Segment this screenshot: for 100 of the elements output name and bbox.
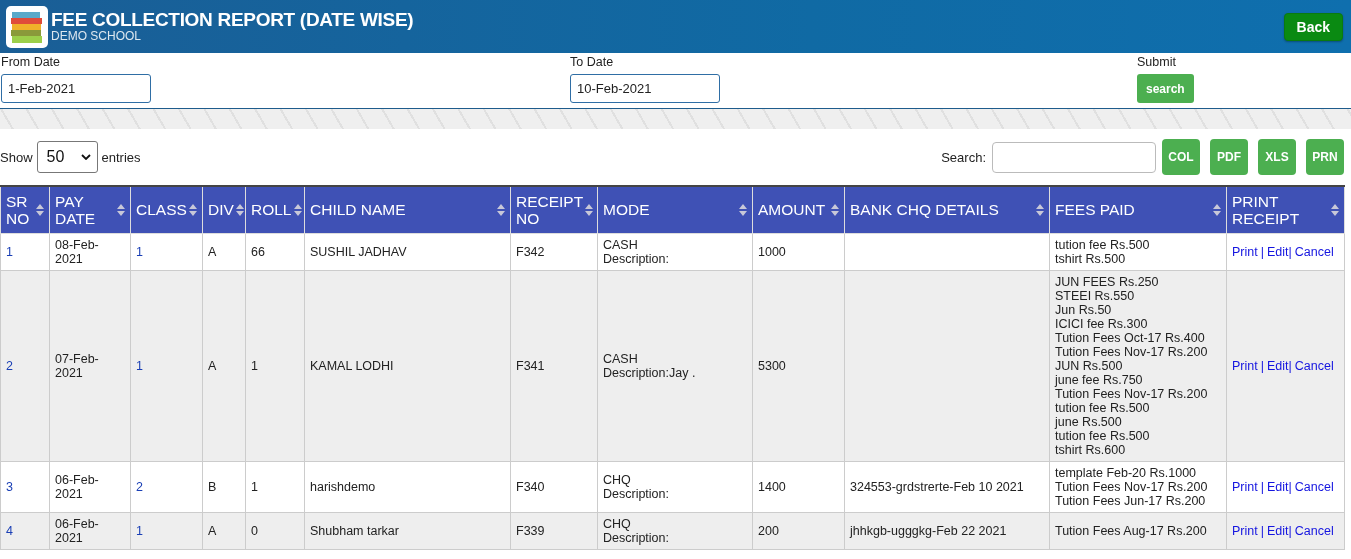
link-separator: | xyxy=(1260,479,1264,494)
date-field[interactable]: 1-Feb-2021 xyxy=(1,74,151,103)
table-cell: 1400 xyxy=(752,461,845,512)
fee-item: june fee Rs.750 xyxy=(1055,372,1144,387)
sort-icon xyxy=(739,202,747,217)
fee-item: Tution Fees Aug-17 Rs.200 xyxy=(1055,523,1208,538)
action-link[interactable]: Print xyxy=(1232,244,1258,259)
table-cell: 1 xyxy=(130,233,203,270)
fee-item: JUN FEES Rs.250 xyxy=(1055,274,1160,289)
fee-item: tshirt Rs.500 xyxy=(1055,251,1127,266)
date-field[interactable]: 10-Feb-2021 xyxy=(570,74,720,103)
books-logo-icon xyxy=(6,5,48,48)
column-header[interactable]: SR NO xyxy=(0,186,50,233)
sort-icon xyxy=(36,202,44,217)
show-label: Show xyxy=(0,149,33,165)
entries-select[interactable]: 50 xyxy=(36,141,98,173)
sort-icon xyxy=(293,202,302,217)
column-header[interactable]: PAY DATE xyxy=(49,186,131,233)
table-cell: 66 xyxy=(245,233,305,270)
fee-item: Tution Fees Oct-17 Rs.400 xyxy=(1055,330,1206,345)
link-separator: | xyxy=(1260,244,1264,259)
field-label: Submit xyxy=(1137,55,1176,69)
fee-item: june Rs.500 xyxy=(1055,414,1123,429)
table-cell: KAMAL LODHI xyxy=(304,270,511,461)
table-cell: 4 xyxy=(0,512,50,549)
table-cell: B xyxy=(202,461,246,512)
table-cell: 200 xyxy=(752,512,845,549)
table-cell: 2 xyxy=(130,461,203,512)
table-cell: 06-Feb-2021 xyxy=(49,512,131,549)
link-separator: | xyxy=(1260,523,1264,538)
column-header[interactable]: MODE xyxy=(597,186,753,233)
sort-icon xyxy=(584,202,593,217)
payment-mode: CASH xyxy=(603,351,639,366)
fee-item: tshirt Rs.600 xyxy=(1055,442,1127,457)
action-link[interactable]: Edit xyxy=(1266,523,1289,538)
column-header[interactable]: BANK CHQ DETAILS xyxy=(844,186,1050,233)
table-cell: 08-Feb-2021 xyxy=(49,233,131,270)
entries-label: entries xyxy=(101,149,141,165)
action-link[interactable]: Cancel xyxy=(1294,479,1334,494)
table-cell: 1 xyxy=(130,270,203,461)
search-label: Search: xyxy=(941,149,986,165)
payment-description: Description: xyxy=(603,486,670,501)
action-link[interactable]: Edit xyxy=(1266,244,1289,259)
sort-icon xyxy=(831,202,839,217)
link-separator: | xyxy=(1288,479,1292,494)
fee-item: Tution Fees Nov-17 Rs.200 xyxy=(1055,386,1209,401)
fee-item: template Feb-20 Rs.1000 xyxy=(1055,465,1198,480)
table-cell: 07-Feb-2021 xyxy=(49,270,131,461)
fee-item: ICICI fee Rs.300 xyxy=(1055,316,1149,331)
payment-description: Description: xyxy=(603,251,670,266)
link-separator: | xyxy=(1288,244,1292,259)
page-title: FEE COLLECTION REPORT (DATE WISE) xyxy=(51,10,415,30)
table-cell: jhhkgb-ugggkg-Feb 22 2021 xyxy=(844,512,1050,549)
action-link[interactable]: Print xyxy=(1232,523,1258,538)
fee-item: Tution Fees Nov-17 Rs.200 xyxy=(1055,479,1209,494)
table-cell: A xyxy=(202,512,246,549)
action-link[interactable]: Edit xyxy=(1266,479,1289,494)
table-cell: F341 xyxy=(510,270,598,461)
school-name: DEMO SCHOOL xyxy=(51,30,142,43)
fee-item: tution fee Rs.500 xyxy=(1055,400,1151,415)
column-header[interactable]: AMOUNT xyxy=(752,186,845,233)
back-button[interactable]: Back xyxy=(1283,12,1343,41)
payment-description: Description:Jay . xyxy=(603,365,697,380)
column-header[interactable]: CLASS xyxy=(130,186,203,233)
column-header[interactable]: CHILD NAME xyxy=(304,186,511,233)
action-link[interactable]: Print xyxy=(1232,479,1258,494)
sort-icon xyxy=(1331,202,1339,217)
table-cell: 2 xyxy=(0,270,50,461)
table-cell: F342 xyxy=(510,233,598,270)
chevron-down-icon xyxy=(80,154,91,160)
sort-icon xyxy=(1036,202,1044,217)
table-cell: SUSHIL JADHAV xyxy=(304,233,511,270)
payment-mode: CASH xyxy=(603,237,639,252)
table-cell: 5300 xyxy=(752,270,845,461)
table-cell: 1 xyxy=(245,270,305,461)
fee-item: Tution Fees Jun-17 Rs.200 xyxy=(1055,493,1207,508)
table-cell: 1 xyxy=(0,233,50,270)
column-header[interactable]: PRINT RECEIPT xyxy=(1226,186,1345,233)
table-cell: 1 xyxy=(130,512,203,549)
action-link[interactable]: Cancel xyxy=(1294,523,1334,538)
sort-icon xyxy=(117,202,125,217)
fee-item: tution fee Rs.500 xyxy=(1055,428,1151,443)
table-cell: 3 xyxy=(0,461,50,512)
column-header[interactable]: DIV xyxy=(202,186,246,233)
table-cell: A xyxy=(202,270,246,461)
table-cell: Shubham tarkar xyxy=(304,512,511,549)
table-cell: 1 xyxy=(245,461,305,512)
action-link[interactable]: Cancel xyxy=(1294,358,1334,373)
link-separator: | xyxy=(1288,358,1292,373)
payment-mode: CHQ xyxy=(603,472,632,487)
column-header[interactable]: RECEIPT NO xyxy=(510,186,598,233)
table-cell: F339 xyxy=(510,512,598,549)
action-link[interactable]: Print xyxy=(1232,358,1258,373)
action-link[interactable]: Cancel xyxy=(1294,244,1334,259)
column-header[interactable]: ROLL xyxy=(245,186,305,233)
fee-item: tution fee Rs.500 xyxy=(1055,237,1151,252)
search-field[interactable] xyxy=(992,141,1156,173)
action-link[interactable]: Edit xyxy=(1266,358,1289,373)
column-header[interactable]: FEES PAID xyxy=(1049,186,1227,233)
fee-item: JUN Rs.500 xyxy=(1055,358,1124,373)
